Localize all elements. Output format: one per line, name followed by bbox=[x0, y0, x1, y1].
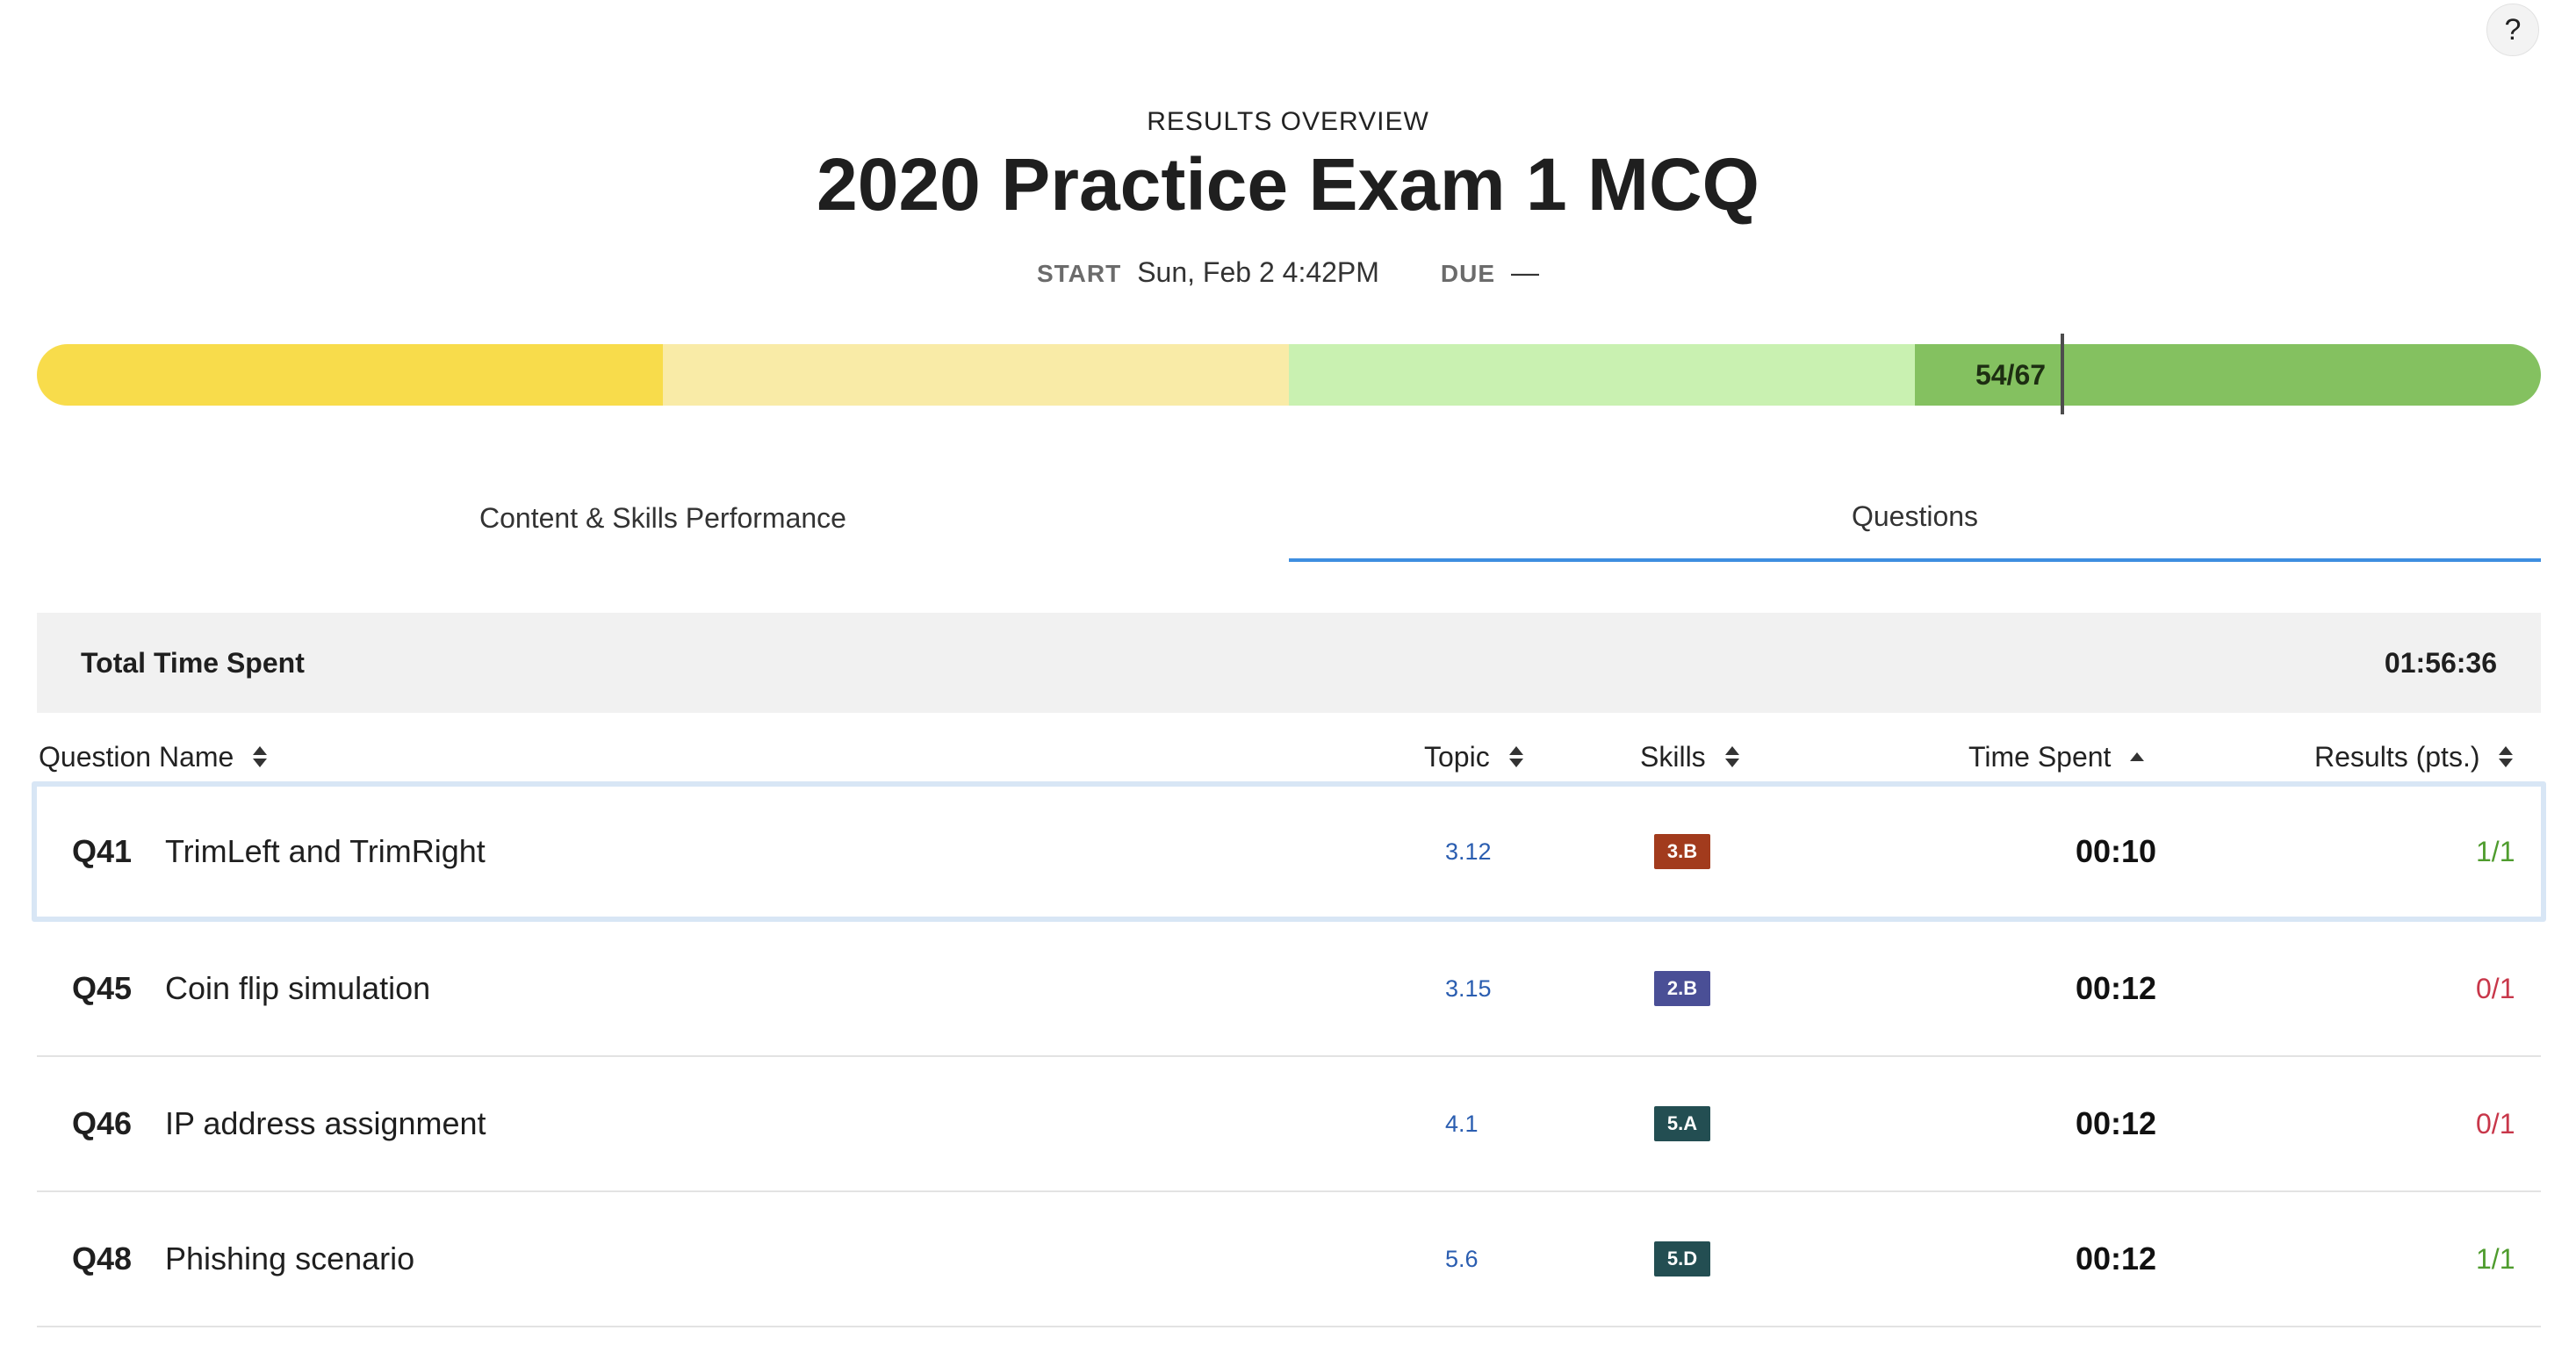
column-label: Time Spent bbox=[1968, 740, 2112, 773]
result-score: 0/1 bbox=[2476, 972, 2515, 1004]
column-header-skills[interactable]: Skills bbox=[1640, 730, 1739, 783]
total-time-value: 01:56:36 bbox=[2384, 646, 2497, 679]
time-spent: 00:10 bbox=[2076, 833, 2157, 869]
sort-icon bbox=[2499, 744, 2514, 769]
sort-ascending-icon bbox=[2130, 752, 2145, 761]
result-score: 1/1 bbox=[2476, 1242, 2515, 1275]
question-name: IP address assignment bbox=[165, 1105, 486, 1141]
table-row[interactable]: Q46 IP address assignment 4.1 5.A 00:12 … bbox=[37, 1057, 2541, 1192]
topic-link[interactable]: 4.1 bbox=[1445, 1057, 1479, 1190]
time-spent: 00:12 bbox=[2076, 1241, 2157, 1276]
total-time-label: Total Time Spent bbox=[81, 646, 305, 679]
question-name: Phishing scenario bbox=[165, 1241, 415, 1276]
topic-link[interactable]: 3.12 bbox=[1445, 787, 1492, 917]
score-progress-bar bbox=[37, 344, 2541, 406]
question-number: Q46 bbox=[72, 1105, 133, 1141]
table-row[interactable]: Q41 TrimLeft and TrimRight 3.12 3.B 00:1… bbox=[32, 781, 2546, 922]
help-button[interactable]: ? bbox=[2486, 4, 2539, 56]
skill-badge: 5.D bbox=[1654, 1241, 1710, 1276]
column-header-topic[interactable]: Topic bbox=[1424, 730, 1523, 783]
column-label: Skills bbox=[1640, 740, 1706, 773]
table-row[interactable]: Q48 Phishing scenario 5.6 5.D 00:12 1/1 bbox=[37, 1192, 2541, 1327]
question-number: Q41 bbox=[72, 833, 133, 869]
skill-cell: 5.A bbox=[1654, 1057, 1710, 1190]
progress-segment-2 bbox=[663, 344, 1289, 406]
skill-cell: 3.B bbox=[1654, 787, 1710, 917]
column-label: Topic bbox=[1424, 740, 1490, 773]
question-number: Q48 bbox=[72, 1241, 133, 1276]
result-score: 0/1 bbox=[2476, 1107, 2515, 1140]
sort-icon bbox=[1724, 744, 1739, 769]
sort-icon bbox=[1508, 744, 1523, 769]
skill-cell: 5.D bbox=[1654, 1192, 1710, 1326]
skill-cell: 2.B bbox=[1654, 922, 1710, 1055]
table-row[interactable]: Q45 Coin flip simulation 3.15 2.B 00:12 … bbox=[37, 922, 2541, 1057]
time-spent: 00:12 bbox=[2076, 1105, 2157, 1141]
tab-content-skills-performance[interactable]: Content & Skills Performance bbox=[37, 474, 1289, 562]
total-time-bar: Total Time Spent 01:56:36 bbox=[37, 613, 2541, 713]
question-name: TrimLeft and TrimRight bbox=[165, 833, 486, 869]
table-header: Question Name Topic Skills Time Spent Re… bbox=[37, 730, 2541, 783]
topic-link[interactable]: 3.15 bbox=[1445, 922, 1492, 1055]
skill-badge: 2.B bbox=[1654, 971, 1710, 1006]
question-name: Coin flip simulation bbox=[165, 970, 431, 1006]
exam-dates: START Sun, Feb 2 4:42PM DUE — bbox=[0, 256, 2576, 289]
score-marker bbox=[2061, 334, 2064, 414]
column-header-time-spent[interactable]: Time Spent bbox=[1968, 730, 2145, 783]
question-number: Q45 bbox=[72, 970, 133, 1006]
results-overview-label: RESULTS OVERVIEW bbox=[1147, 107, 1429, 136]
time-spent: 00:12 bbox=[2076, 970, 2157, 1006]
page-title: 2020 Practice Exam 1 MCQ bbox=[817, 143, 1759, 226]
column-header-results[interactable]: Results (pts.) bbox=[2314, 730, 2514, 783]
tab-questions[interactable]: Questions bbox=[1289, 474, 2541, 562]
column-label: Results (pts.) bbox=[2314, 740, 2480, 773]
result-score: 1/1 bbox=[2476, 835, 2515, 867]
skill-badge: 5.A bbox=[1654, 1106, 1710, 1141]
results-tabs: Content & Skills Performance Questions bbox=[37, 474, 2541, 562]
start-value: Sun, Feb 2 4:42PM bbox=[1137, 256, 1379, 288]
score-label: 54/67 bbox=[1975, 358, 2047, 391]
due-label: DUE bbox=[1440, 260, 1496, 287]
sort-icon bbox=[253, 744, 268, 769]
start-label: START bbox=[1036, 260, 1122, 287]
due-value: — bbox=[1511, 256, 1540, 288]
progress-segment-3 bbox=[1289, 344, 1915, 406]
column-header-question-name[interactable]: Question Name bbox=[39, 730, 268, 783]
column-label: Question Name bbox=[39, 740, 234, 773]
progress-segment-1 bbox=[37, 344, 663, 406]
topic-link[interactable]: 5.6 bbox=[1445, 1192, 1479, 1326]
skill-badge: 3.B bbox=[1654, 834, 1710, 869]
